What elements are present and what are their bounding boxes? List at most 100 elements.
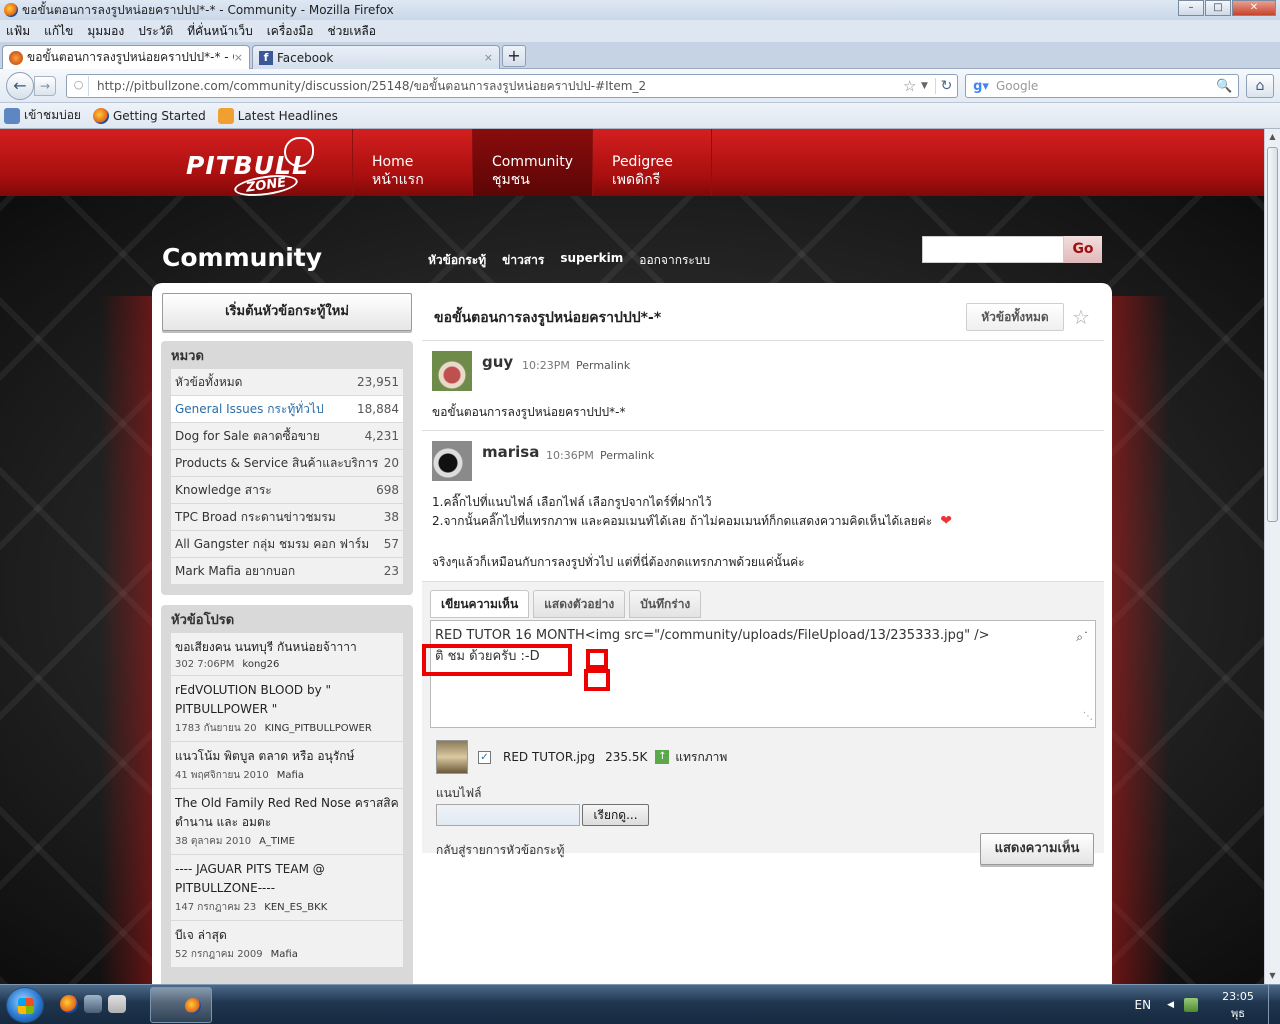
topic-title[interactable]: rEdVOLUTION BLOOD by " PITBULLPOWER ": [175, 681, 399, 719]
firefox-quicklaunch-icon[interactable]: [60, 995, 78, 1013]
list-item[interactable]: แนวโน้ม พิตบูล ตลาด หรือ อนุรักษ์ 41 พฤศ…: [171, 742, 403, 789]
topic-title[interactable]: The Old Family Red Red Nose คราสสิค ตำนา…: [175, 794, 399, 832]
category-item[interactable]: General Issues กระทู้ทั่วไป 18,884: [171, 396, 403, 423]
attachment-checkbox[interactable]: ✓: [478, 750, 491, 764]
menu-edit[interactable]: แก้ไข: [44, 22, 73, 41]
topic-title[interactable]: ---- JAGUAR PITS TEAM @ PITBULLZONE----: [175, 860, 399, 898]
maximize-button[interactable]: □: [1205, 0, 1231, 16]
subnav-logout[interactable]: ออกจากระบบ: [639, 251, 710, 270]
bookmark-discussion-star-icon[interactable]: ☆: [1072, 305, 1090, 329]
comment-author[interactable]: guy: [482, 353, 513, 371]
forward-button[interactable]: →: [34, 76, 56, 96]
insert-image-icon[interactable]: ↑: [655, 750, 670, 764]
back-button[interactable]: ←: [6, 72, 34, 100]
home-icon[interactable]: ⌂: [1246, 74, 1274, 98]
menu-help[interactable]: ช่วยเหลือ: [327, 22, 376, 41]
nav-home[interactable]: Home หน้าแรก: [352, 129, 472, 196]
nav-community[interactable]: Community ชุมชน: [472, 129, 592, 196]
page-scrollbar[interactable]: ▲ ▼: [1264, 129, 1280, 984]
search-placeholder[interactable]: Google: [996, 79, 1216, 93]
subnav-discussions[interactable]: หัวข้อกระทู้: [428, 251, 486, 270]
subnav-profile[interactable]: superkim: [560, 251, 623, 270]
search-bar[interactable]: g▾ Google 🔍: [965, 74, 1239, 98]
tab-facebook[interactable]: f Facebook ×: [252, 45, 500, 69]
topic-title[interactable]: แนวโน้ม พิตบูล ตลาด หรือ อนุรักษ์: [175, 747, 399, 766]
resize-grip-icon[interactable]: ⋱: [1083, 706, 1093, 727]
menu-view[interactable]: มุมมอง: [87, 22, 124, 41]
list-item[interactable]: The Old Family Red Red Nose คราสสิค ตำนา…: [171, 789, 403, 855]
category-item[interactable]: Dog for Sale ตลาดซื้อขาย 4,231: [171, 423, 403, 450]
file-input[interactable]: [436, 804, 580, 826]
tab-preview[interactable]: แสดงตัวอย่าง: [533, 590, 626, 618]
search-icon[interactable]: 🔍: [1216, 79, 1238, 94]
app-quicklaunch-icon[interactable]: [108, 995, 126, 1013]
category-item[interactable]: TPC Broad กระดานข่าวชมรม 38: [171, 504, 403, 531]
browse-button[interactable]: เรียกดู...: [582, 804, 649, 826]
menu-file[interactable]: แฟ้ม: [6, 22, 30, 41]
history-dropdown-icon[interactable]: ▼: [921, 81, 935, 91]
topic-user[interactable]: A_TIME: [259, 836, 295, 847]
minimize-button[interactable]: –: [1178, 0, 1204, 16]
all-topics-button[interactable]: หัวข้อทั้งหมด: [966, 303, 1064, 331]
reload-icon[interactable]: ↻: [935, 78, 957, 94]
pitbullzone-logo[interactable]: PITBULL ZONE: [186, 135, 326, 205]
taskbar-firefox-button[interactable]: [150, 987, 212, 1023]
topic-user[interactable]: KEN_ES_BKK: [264, 902, 327, 913]
subnav-news[interactable]: ข่าวสาร: [502, 251, 544, 270]
topic-title[interactable]: ขอเสียงคน นนทบุรี กันหน่อยจ้าาาา: [175, 638, 399, 657]
start-discussion-button[interactable]: เริ่มต้นหัวข้อกระทู้ใหม่: [162, 293, 412, 331]
language-indicator[interactable]: EN: [1135, 998, 1152, 1012]
app-quicklaunch-icon[interactable]: [84, 995, 102, 1013]
category-item[interactable]: Products & Service สินค้าและบริการ 20: [171, 450, 403, 477]
comment-author[interactable]: marisa: [482, 443, 539, 461]
topic-user[interactable]: kong26: [242, 659, 279, 670]
permalink[interactable]: Permalink: [576, 359, 630, 372]
bookmark-most-visited[interactable]: เข้าชมบ่อย: [4, 106, 81, 125]
scroll-up-icon[interactable]: ▲: [1265, 129, 1280, 145]
back-to-discussions-link[interactable]: กลับสู่รายการหัวข้อกระทู้: [436, 841, 564, 860]
close-window-button[interactable]: ✕: [1232, 0, 1276, 16]
site-search-go-button[interactable]: Go: [1064, 236, 1102, 263]
address-bar[interactable]: ○ http://pitbullzone.com/community/discu…: [66, 74, 958, 98]
topic-user[interactable]: Mafia: [277, 770, 304, 781]
avatar[interactable]: [432, 441, 472, 481]
category-item[interactable]: หัวข้อทั้งหมด 23,951: [171, 369, 403, 396]
list-item[interactable]: ---- JAGUAR PITS TEAM @ PITBULLZONE---- …: [171, 855, 403, 921]
bookmark-getting-started[interactable]: Getting Started: [92, 107, 206, 124]
category-item[interactable]: All Gangster กลุ่ม ชมรม คอก ฟาร์ม 57: [171, 531, 403, 558]
new-tab-button[interactable]: +: [502, 45, 526, 67]
tab-save-draft[interactable]: บันทึกร่าง: [629, 590, 702, 618]
start-button[interactable]: [6, 987, 44, 1023]
tab-community[interactable]: ขอขั้นตอนการลงรูปหน่อยคราปปป*-* - C... ×: [2, 45, 250, 69]
avatar[interactable]: [432, 351, 472, 391]
menu-history[interactable]: ประวัติ: [138, 22, 173, 41]
post-comment-button[interactable]: แสดงความเห็น: [980, 833, 1094, 865]
site-identity-icon[interactable]: ○: [69, 76, 89, 96]
site-search-input[interactable]: [922, 236, 1064, 263]
topic-user[interactable]: KING_PITBULLPOWER: [265, 723, 372, 734]
tab-close-icon[interactable]: ×: [234, 51, 243, 64]
list-item[interactable]: บีเจ ล่าสุด 52 กรกฎาคม 2009 Mafia: [171, 921, 403, 968]
tab-write-comment[interactable]: เขียนความเห็น: [430, 590, 530, 618]
menu-bookmarks[interactable]: ที่คั่นหน้าเว็บ: [187, 22, 252, 41]
insert-image-link[interactable]: แทรกภาพ: [675, 748, 727, 767]
nav-pedigree[interactable]: Pedigree เพดดิกรี: [592, 129, 712, 196]
list-item[interactable]: rEdVOLUTION BLOOD by " PITBULLPOWER " 17…: [171, 676, 403, 742]
topic-title[interactable]: บีเจ ล่าสุด: [175, 926, 399, 945]
url-text[interactable]: http://pitbullzone.com/community/discuss…: [89, 77, 903, 96]
network-icon[interactable]: [1184, 998, 1198, 1012]
topic-user[interactable]: Mafia: [271, 949, 298, 960]
bookmark-latest-headlines[interactable]: Latest Headlines: [217, 107, 338, 124]
text-options-icon[interactable]: ⌕˙: [1076, 627, 1089, 648]
show-hidden-icons-icon[interactable]: ◀: [1167, 1000, 1174, 1010]
clock[interactable]: 23:05 พุธ: [1208, 988, 1268, 1022]
list-item[interactable]: ขอเสียงคน นนทบุรี กันหน่อยจ้าาาา 302 7:0…: [171, 633, 403, 676]
google-icon[interactable]: g▾: [966, 79, 996, 94]
show-desktop-button[interactable]: [1268, 985, 1280, 1024]
tab-close-icon[interactable]: ×: [484, 51, 493, 64]
category-item[interactable]: Knowledge สาระ 698: [171, 477, 403, 504]
category-item[interactable]: Mark Mafia อยากบอก 23: [171, 558, 403, 585]
scrollbar-thumb[interactable]: [1267, 147, 1278, 522]
bookmark-star-icon[interactable]: ☆: [903, 77, 921, 95]
menu-tools[interactable]: เครื่องมือ: [267, 22, 314, 41]
